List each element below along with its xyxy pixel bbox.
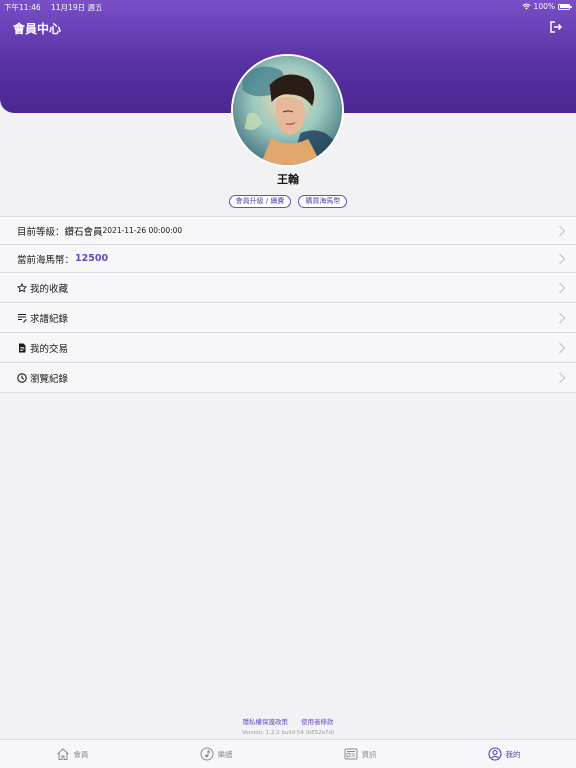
history-label: 瀏覽紀錄 [30, 373, 69, 385]
menu-item-level[interactable]: 目前等級：鑽石會員 2021-11-26 00:00:00 [0, 217, 576, 245]
tab-member[interactable]: 會員 [0, 740, 144, 768]
requests-label: 求譜紀錄 [30, 313, 69, 325]
document-icon [19, 343, 26, 352]
menu-item-history[interactable]: 瀏覽紀錄 [0, 363, 576, 393]
upgrade-membership-button[interactable]: 會員升級 / 續費 [228, 195, 292, 208]
terms-of-use-link[interactable]: 使用者條款 [301, 716, 334, 726]
menu-item-transactions[interactable]: 我的交易 [0, 333, 576, 363]
tab-news[interactable]: 資訊 [288, 740, 432, 768]
home-icon [56, 748, 69, 760]
app-version: Version: 1.2.2 build 54 (b852e7d) [241, 730, 335, 736]
tab-label: 會員 [73, 749, 89, 759]
page-title: 會員中心 [13, 22, 62, 36]
menu-item-requests[interactable]: 求譜紀錄 [0, 303, 576, 333]
chevron-right-icon [559, 372, 566, 383]
battery-percent: 100% [533, 2, 555, 11]
favorites-label: 我的收藏 [30, 283, 69, 295]
username: 王翰 [277, 173, 299, 186]
chevron-right-icon [559, 342, 566, 353]
chevron-right-icon [559, 312, 566, 323]
chevron-right-icon [559, 282, 566, 293]
status-bar: 下午11:46 11月19日 週五 100% [0, 0, 576, 12]
privacy-policy-link[interactable]: 隱私權保護政策 [243, 716, 289, 726]
chevron-right-icon [559, 225, 566, 236]
tab-bar: 會員 樂譜 資訊 我的 [0, 739, 576, 768]
wifi-icon [522, 3, 531, 10]
star-icon [17, 282, 27, 292]
news-icon [344, 748, 357, 760]
profile-actions: 會員升級 / 續費 購買海馬幣 [0, 195, 576, 208]
status-time: 下午11:46 [4, 3, 41, 12]
footer-links: 隱私權保護政策 使用者條款 [0, 716, 576, 726]
level-expiry-date: 2021-11-26 00:00:00 [102, 226, 183, 235]
request-list-icon [18, 313, 27, 323]
user-circle-icon [487, 747, 502, 761]
coins-label: 當前海馬幣： [17, 254, 75, 266]
menu-item-favorites[interactable]: 我的收藏 [0, 273, 576, 303]
status-date: 11月19日 週五 [51, 3, 103, 12]
tab-label: 我的 [505, 749, 521, 759]
transactions-label: 我的交易 [30, 343, 69, 355]
tab-mine[interactable]: 我的 [432, 740, 576, 768]
tab-label: 樂譜 [217, 749, 233, 759]
tab-label: 資訊 [361, 749, 377, 759]
logout-icon [550, 21, 563, 33]
battery-icon [558, 3, 572, 10]
music-note-icon [200, 747, 213, 761]
coins-value: 12500 [75, 253, 109, 264]
tab-sheet-music[interactable]: 樂譜 [144, 740, 288, 768]
avatar[interactable] [231, 54, 344, 167]
logout-button[interactable] [548, 19, 564, 35]
avatar-portrait-image [233, 56, 342, 165]
chevron-right-icon [559, 253, 566, 264]
level-label: 目前等級：鑽石會員 [17, 226, 103, 238]
menu-item-coins[interactable]: 當前海馬幣： 12500 [0, 245, 576, 273]
buy-coins-button[interactable]: 購買海馬幣 [298, 195, 348, 208]
member-menu: 目前等級：鑽石會員 2021-11-26 00:00:00 當前海馬幣： 125… [0, 216, 576, 393]
clock-icon [17, 372, 27, 383]
